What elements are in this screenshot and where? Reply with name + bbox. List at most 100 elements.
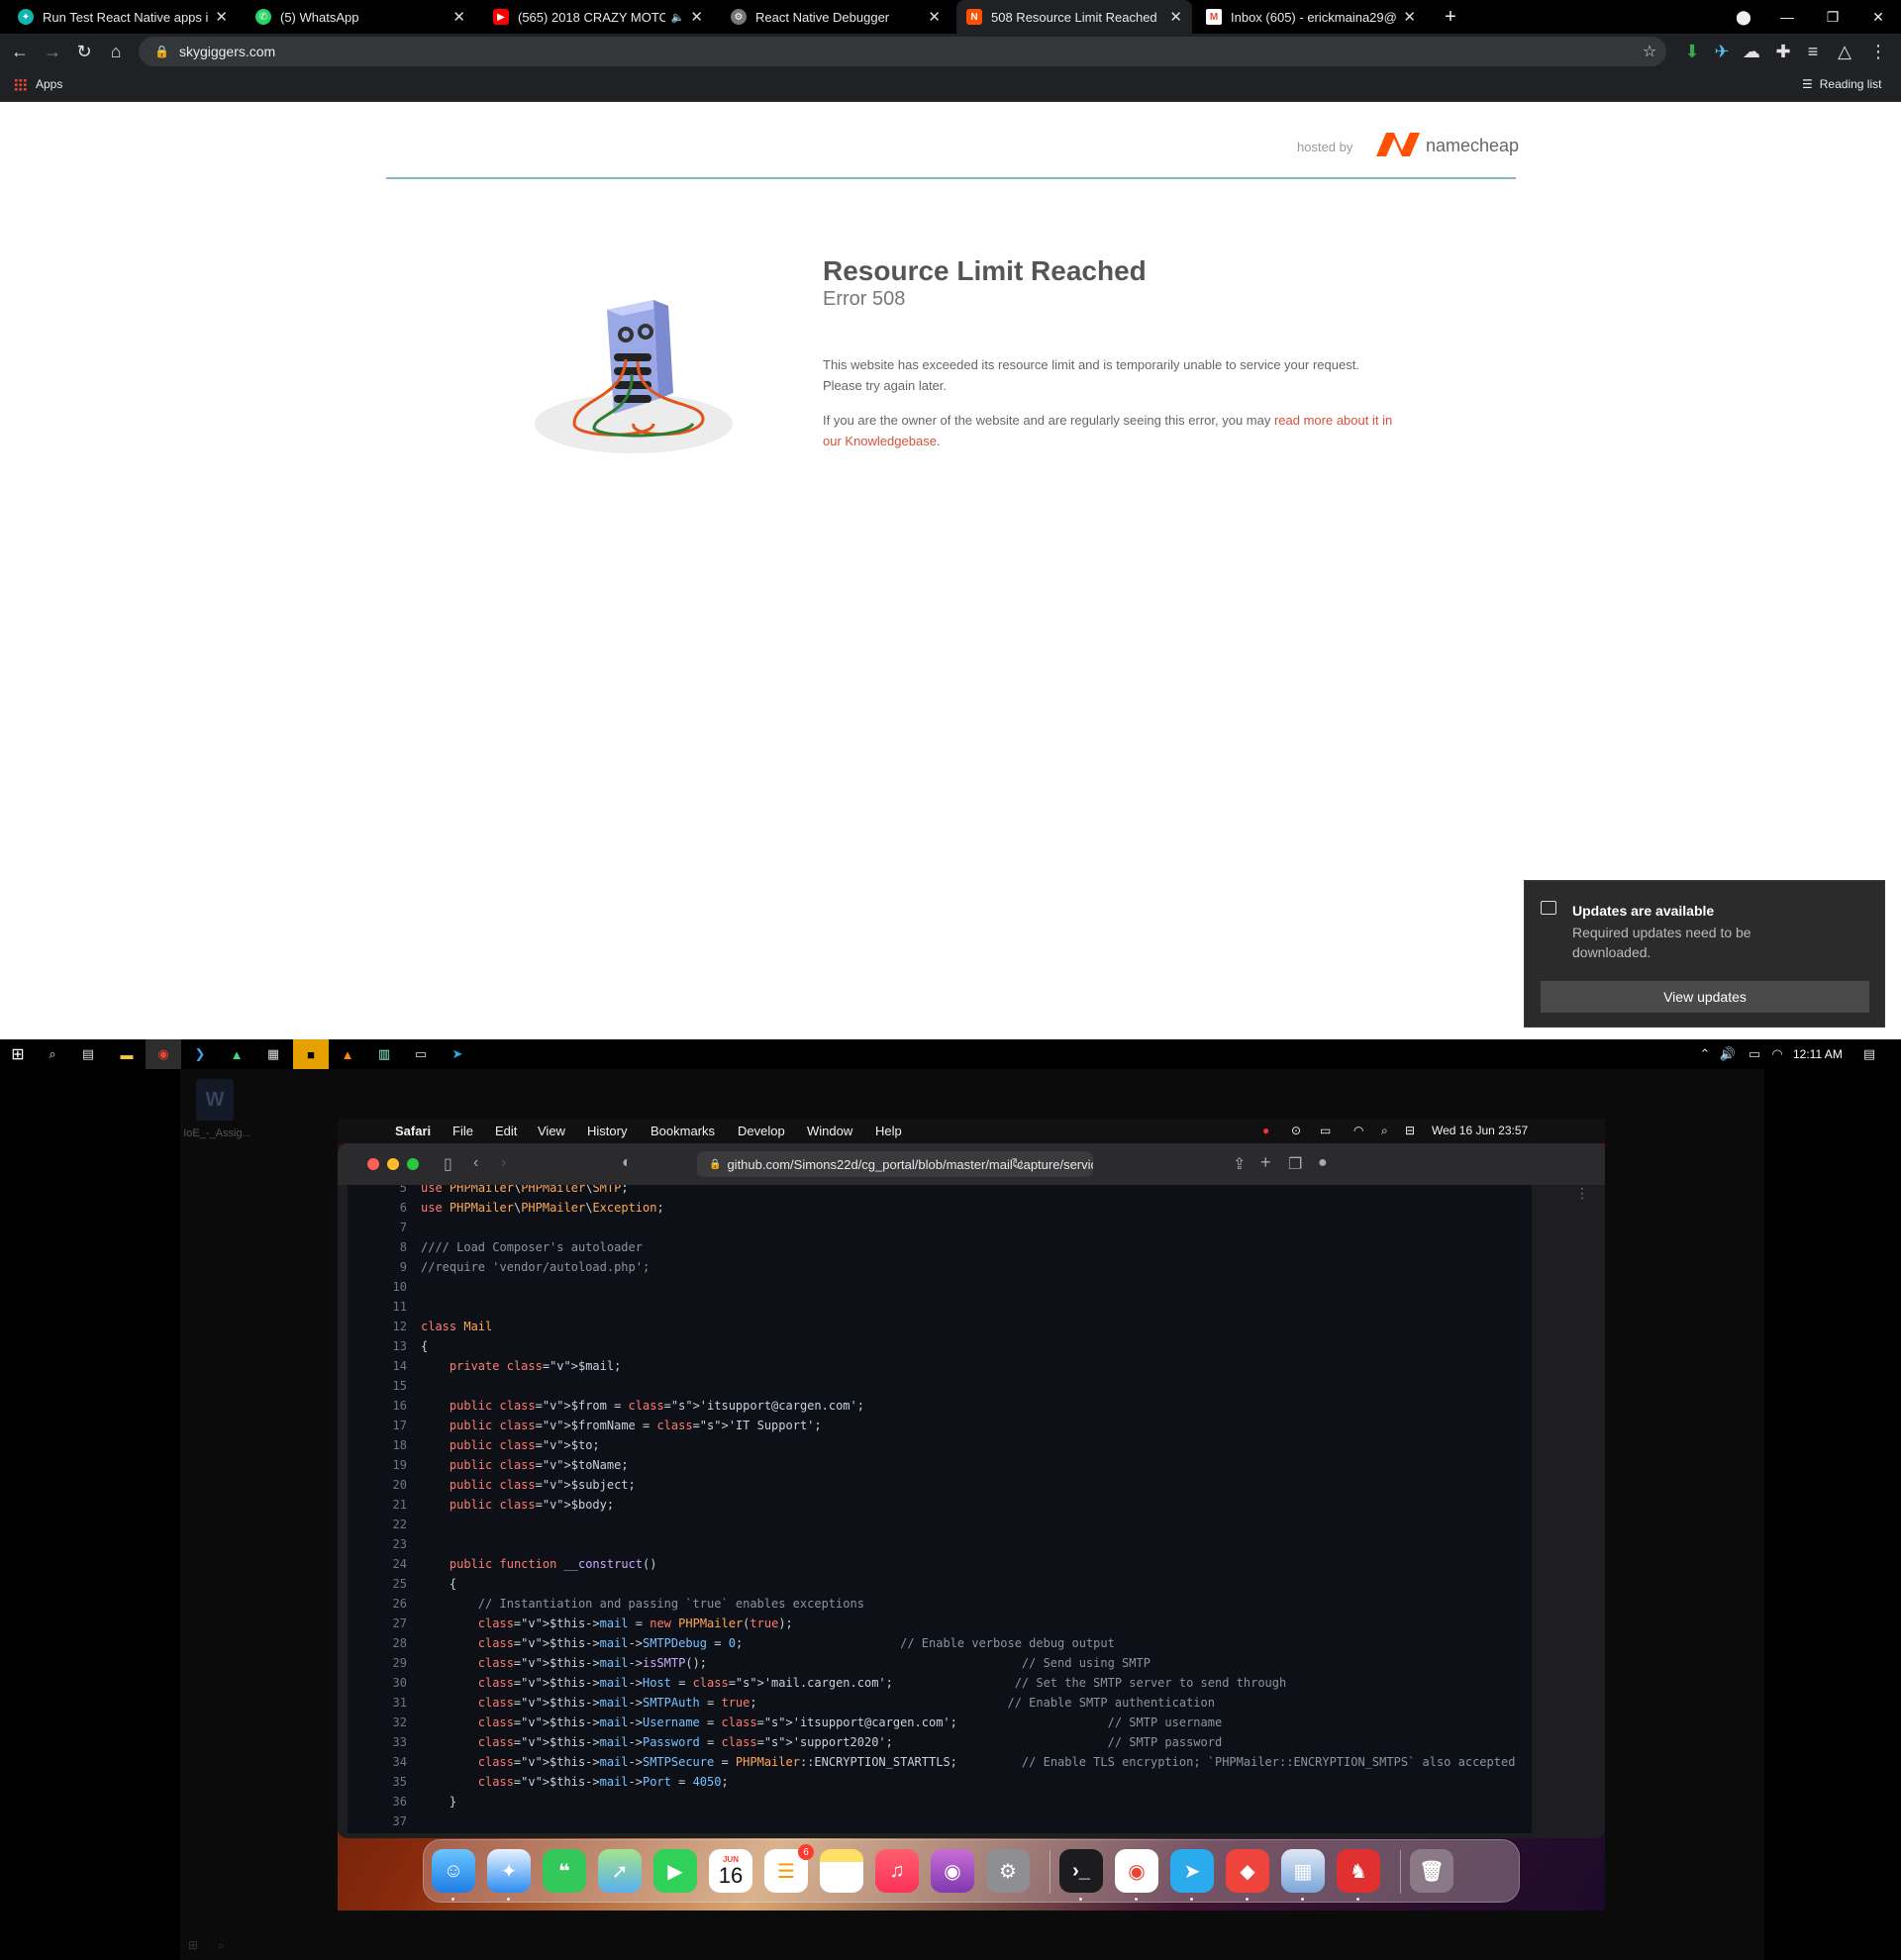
tab-508-resource-limit[interactable]: N 508 Resource Limit Reached ✕ (956, 0, 1192, 34)
messages-icon[interactable]: ❝ (543, 1849, 586, 1893)
menu-window[interactable]: Window (807, 1124, 852, 1138)
action-center-icon[interactable]: ▤ (1859, 1044, 1879, 1064)
address-bar[interactable]: 🔒 skygiggers.com (139, 37, 1666, 66)
sidebar-icon[interactable]: ▯ (444, 1154, 452, 1174)
close-tab-icon[interactable]: ✕ (1169, 8, 1182, 26)
vlc-icon[interactable]: ▲ (338, 1044, 357, 1064)
forward-icon[interactable]: → (42, 41, 63, 62)
back-icon[interactable]: ‹ (473, 1154, 478, 1172)
control-center-icon[interactable]: ⊟ (1405, 1124, 1415, 1137)
menu-help[interactable]: Help (875, 1124, 902, 1138)
play-icon[interactable]: ⊙ (1291, 1124, 1301, 1137)
telegram-icon[interactable]: ➤ (1170, 1849, 1214, 1893)
search-icon[interactable]: ⌕ (43, 1044, 62, 1064)
anydesk-icon[interactable]: ◆ (1226, 1849, 1269, 1893)
bookmark-star-icon[interactable]: ☆ (1639, 41, 1660, 62)
close-window-button[interactable] (367, 1158, 379, 1170)
puzzle-icon[interactable]: ✚ (1772, 41, 1794, 62)
apps-bookmark[interactable]: Apps (14, 77, 62, 91)
file-explorer-icon[interactable]: ▬ (117, 1044, 137, 1064)
minimize-window-button[interactable] (387, 1158, 399, 1170)
bear-icon[interactable]: ♞ (1337, 1849, 1380, 1893)
clock[interactable]: 12:11 AM (1793, 1047, 1843, 1061)
extension-icon[interactable]: ● (1318, 1154, 1328, 1172)
word-document-icon[interactable]: W (196, 1079, 234, 1121)
system-preferences-icon[interactable]: ⚙ (986, 1849, 1030, 1893)
tab-youtube[interactable]: ▶ (565) 2018 CRAZY MOTO MO 🔈 ✕ (483, 0, 713, 34)
forward-icon[interactable]: › (501, 1154, 506, 1172)
spotlight-icon[interactable]: ⌕ (1381, 1124, 1388, 1138)
menubar-clock[interactable]: Wed 16 Jun 23:57 (1432, 1124, 1528, 1137)
close-tab-icon[interactable]: ✕ (1403, 8, 1416, 26)
privacy-shield-icon[interactable]: ◐ (622, 1154, 632, 1172)
telegram-icon[interactable]: ➤ (448, 1044, 467, 1064)
new-tab-button[interactable]: + (1436, 4, 1465, 30)
menu-file[interactable]: File (452, 1124, 473, 1138)
page-options-icon[interactable]: ⋮ (1571, 1185, 1593, 1809)
safari-address-bar[interactable]: 🔒 github.com/Simons22d/cg_portal/blob/ma… (697, 1151, 1093, 1177)
terminal-icon[interactable]: ▭ (411, 1044, 431, 1064)
tab-whatsapp[interactable]: ✆ (5) WhatsApp ✕ (246, 0, 475, 34)
trash-icon[interactable]: 🗑 (1410, 1849, 1453, 1893)
close-tab-icon[interactable]: ✕ (690, 8, 703, 26)
tab-overview-icon[interactable]: ❐ (1288, 1154, 1302, 1174)
home-icon[interactable]: ⌂ (105, 41, 127, 62)
menu-history[interactable]: History (587, 1124, 627, 1138)
menu-develop[interactable]: Develop (738, 1124, 785, 1138)
menu-edit[interactable]: Edit (495, 1124, 517, 1138)
calculator-icon[interactable]: ▦ (263, 1044, 283, 1064)
podcasts-icon[interactable]: ◉ (931, 1849, 974, 1893)
menu-view[interactable]: View (538, 1124, 565, 1138)
finder-icon[interactable]: ☺ (432, 1849, 475, 1893)
reload-icon[interactable]: ↻ (73, 41, 95, 62)
minimize-button[interactable]: — (1772, 4, 1802, 30)
vscode-icon[interactable]: ❯ (190, 1044, 210, 1064)
notepad-icon[interactable]: ▥ (374, 1044, 394, 1064)
menu-icon[interactable]: ⋮ (1867, 41, 1889, 62)
extension-icon[interactable]: ✈ (1711, 41, 1733, 62)
tab-search-icon[interactable]: ⬤ (1729, 4, 1758, 30)
share-icon[interactable]: ⇪ (1233, 1154, 1246, 1174)
terminal-icon[interactable]: ›_ (1059, 1849, 1103, 1893)
android-studio-icon[interactable]: ▲ (227, 1044, 247, 1064)
sticky-notes-icon[interactable]: ■ (301, 1044, 321, 1064)
close-tab-icon[interactable]: ✕ (928, 8, 941, 26)
safari-icon[interactable]: ✦ (487, 1849, 531, 1893)
task-view-icon[interactable]: ▤ (78, 1044, 98, 1064)
start-button[interactable]: ⊞ (8, 1044, 28, 1064)
chrome-icon[interactable]: ◉ (153, 1044, 173, 1064)
wifi-icon[interactable]: ◠ (1767, 1044, 1787, 1064)
new-tab-icon[interactable]: + (1260, 1152, 1271, 1173)
status-app-icon[interactable]: ● (1262, 1124, 1269, 1137)
back-icon[interactable]: ← (9, 41, 31, 62)
tray-chevron-icon[interactable]: ⌃ (1695, 1044, 1715, 1064)
close-tab-icon[interactable]: ✕ (452, 8, 465, 26)
facetime-icon[interactable]: ▶ (653, 1849, 697, 1893)
calendar-icon[interactable]: JUN 16 (709, 1849, 752, 1893)
mute-tab-icon[interactable]: 🔈 (671, 11, 685, 24)
reading-list-button[interactable]: ☰ Reading list (1802, 77, 1881, 91)
media-control-icon[interactable]: ≡ (1802, 41, 1824, 62)
menu-app-name[interactable]: Safari (395, 1124, 431, 1138)
tab-react-native-debugger[interactable]: ⚙ React Native Debugger ✕ (721, 0, 950, 34)
extension-icon[interactable]: ☁ (1741, 41, 1762, 62)
volume-icon[interactable]: 🔊 (1718, 1044, 1738, 1064)
chrome-icon[interactable]: ◉ (1115, 1849, 1158, 1893)
reload-icon[interactable]: ↻ (1011, 1154, 1024, 1174)
maps-icon[interactable]: ➚ (598, 1849, 642, 1893)
music-icon[interactable]: ♫ (875, 1849, 919, 1893)
restore-button[interactable]: ❐ (1818, 4, 1848, 30)
close-tab-icon[interactable]: ✕ (215, 8, 228, 26)
profile-icon[interactable]: △ (1834, 41, 1855, 62)
tab-react-native-test[interactable]: ✦ Run Test React Native apps in Re ✕ (8, 0, 238, 34)
menu-bookmarks[interactable]: Bookmarks (650, 1124, 715, 1138)
battery-icon[interactable]: ▭ (1320, 1124, 1331, 1137)
notes-icon[interactable] (820, 1849, 863, 1893)
zoom-window-button[interactable] (407, 1158, 419, 1170)
close-window-button[interactable]: ✕ (1863, 4, 1893, 30)
view-updates-button[interactable]: View updates (1541, 981, 1869, 1013)
tab-gmail-inbox[interactable]: M Inbox (605) - erickmaina29@stud ✕ (1196, 0, 1426, 34)
extension-icon[interactable]: ⬇ (1681, 41, 1703, 62)
wifi-icon[interactable]: ◠ (1353, 1124, 1363, 1137)
preview-icon[interactable]: ▦ (1281, 1849, 1325, 1893)
